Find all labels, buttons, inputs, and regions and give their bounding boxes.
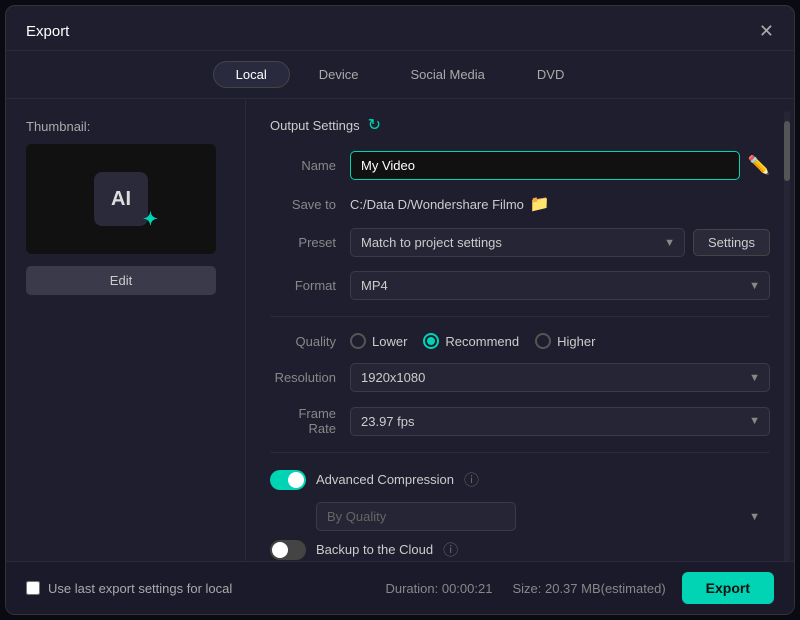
left-panel: Thumbnail: ✦ Edit — [6, 99, 246, 602]
divider-2 — [270, 452, 770, 453]
sparkle-icon: ✦ — [143, 209, 158, 230]
right-panel: Output Settings ↻ Name ✏️ Save to C:/Dat… — [246, 99, 794, 602]
preset-select[interactable]: Match to project settings — [350, 228, 685, 257]
quality-lower-label: Lower — [372, 334, 407, 349]
resolution-select-wrapper: 1920x1080 ▼ — [350, 363, 770, 392]
settings-button[interactable]: Settings — [693, 229, 770, 256]
advanced-compression-label: Advanced Compression — [316, 472, 454, 487]
backup-toggle-knob — [272, 542, 288, 558]
tab-device[interactable]: Device — [296, 61, 382, 88]
by-quality-wrapper: By Quality ▼ — [316, 502, 770, 531]
by-quality-select[interactable]: By Quality — [316, 502, 516, 531]
preset-label: Preset — [270, 235, 350, 250]
close-button[interactable]: ✕ — [759, 22, 774, 40]
size-label: Size: — [512, 581, 541, 596]
output-settings-label: Output Settings — [270, 118, 360, 133]
preset-row: Preset Match to project settings ▼ Setti… — [270, 228, 770, 257]
use-last-settings-checkbox[interactable] — [26, 581, 40, 595]
folder-icon[interactable]: 📁 — [530, 194, 550, 214]
quality-options: Lower Recommend Higher — [350, 333, 595, 349]
duration-info: Duration: 00:00:21 — [385, 581, 492, 596]
path-row: C:/Data D/Wondershare Filmo 📁 — [350, 194, 550, 214]
divider-1 — [270, 316, 770, 317]
format-select[interactable]: MP4 — [350, 271, 770, 300]
bottom-bar: Use last export settings for local Durat… — [6, 561, 794, 614]
dialog-title: Export — [26, 23, 69, 40]
name-input[interactable] — [350, 151, 740, 180]
quality-recommend-radio[interactable] — [423, 333, 439, 349]
ai-thumbnail-card: ✦ — [94, 172, 148, 226]
refresh-icon[interactable]: ↻ — [368, 115, 381, 135]
tab-local[interactable]: Local — [213, 61, 290, 88]
toggle-knob — [288, 472, 304, 488]
by-quality-select-wrapper: By Quality ▼ — [316, 502, 770, 531]
quality-lower-radio[interactable] — [350, 333, 366, 349]
quality-label: Quality — [270, 334, 350, 349]
tab-social-media[interactable]: Social Media — [387, 61, 507, 88]
preset-select-wrapper: Match to project settings ▼ — [350, 228, 685, 257]
duration-value: 00:00:21 — [442, 581, 493, 596]
by-quality-chevron-icon: ▼ — [749, 511, 760, 523]
save-to-label: Save to — [270, 197, 350, 212]
quality-lower[interactable]: Lower — [350, 333, 407, 349]
format-select-wrapper: MP4 ▼ — [350, 271, 770, 300]
quality-higher-label: Higher — [557, 334, 595, 349]
name-label: Name — [270, 158, 350, 173]
tab-bar: Local Device Social Media DVD — [6, 51, 794, 99]
frame-rate-select[interactable]: 23.97 fps — [350, 407, 770, 436]
advanced-compression-toggle[interactable] — [270, 470, 306, 490]
thumbnail-box: ✦ — [26, 144, 216, 254]
backup-cloud-label: Backup to the Cloud — [316, 542, 433, 557]
ai-name-button[interactable]: ✏️ — [748, 155, 770, 176]
use-last-settings-checkbox-wrap[interactable]: Use last export settings for local — [26, 581, 232, 596]
resolution-select[interactable]: 1920x1080 — [350, 363, 770, 392]
duration-label: Duration: — [385, 581, 438, 596]
title-bar: Export ✕ — [6, 6, 794, 51]
advanced-compression-help-icon[interactable]: ⓘ — [464, 469, 479, 490]
save-to-path: C:/Data D/Wondershare Filmo — [350, 197, 524, 212]
scrollbar-track[interactable] — [784, 111, 790, 569]
output-settings-header: Output Settings ↻ — [270, 115, 770, 135]
resolution-label: Resolution — [270, 370, 350, 385]
quality-recommend-label: Recommend — [445, 334, 519, 349]
backup-cloud-help-icon[interactable]: ⓘ — [443, 539, 458, 560]
backup-cloud-toggle[interactable] — [270, 540, 306, 560]
advanced-compression-row: Advanced Compression ⓘ — [270, 469, 770, 490]
size-value: 20.37 MB(estimated) — [545, 581, 666, 596]
backup-cloud-row: Backup to the Cloud ⓘ — [270, 539, 770, 560]
quality-higher[interactable]: Higher — [535, 333, 595, 349]
use-last-settings-label: Use last export settings for local — [48, 581, 232, 596]
quality-row: Quality Lower Recommend Higher — [270, 333, 770, 349]
save-to-row: Save to C:/Data D/Wondershare Filmo 📁 — [270, 194, 770, 214]
export-button[interactable]: Export — [682, 572, 774, 604]
resolution-row: Resolution 1920x1080 ▼ — [270, 363, 770, 392]
thumbnail-label: Thumbnail: — [26, 119, 225, 134]
name-row: Name ✏️ — [270, 151, 770, 180]
format-row: Format MP4 ▼ — [270, 271, 770, 300]
content-area: Thumbnail: ✦ Edit Output Settings ↻ Name… — [6, 99, 794, 602]
frame-rate-label: Frame Rate — [270, 406, 350, 436]
bottom-info: Duration: 00:00:21 Size: 20.37 MB(estima… — [385, 581, 665, 596]
size-info: Size: 20.37 MB(estimated) — [512, 581, 665, 596]
quality-recommend[interactable]: Recommend — [423, 333, 519, 349]
frame-rate-row: Frame Rate 23.97 fps ▼ — [270, 406, 770, 436]
tab-dvd[interactable]: DVD — [514, 61, 587, 88]
format-label: Format — [270, 278, 350, 293]
edit-button[interactable]: Edit — [26, 266, 216, 295]
frame-rate-select-wrapper: 23.97 fps ▼ — [350, 407, 770, 436]
export-dialog: Export ✕ Local Device Social Media DVD T… — [5, 5, 795, 615]
quality-higher-radio[interactable] — [535, 333, 551, 349]
scrollbar-thumb[interactable] — [784, 121, 790, 181]
